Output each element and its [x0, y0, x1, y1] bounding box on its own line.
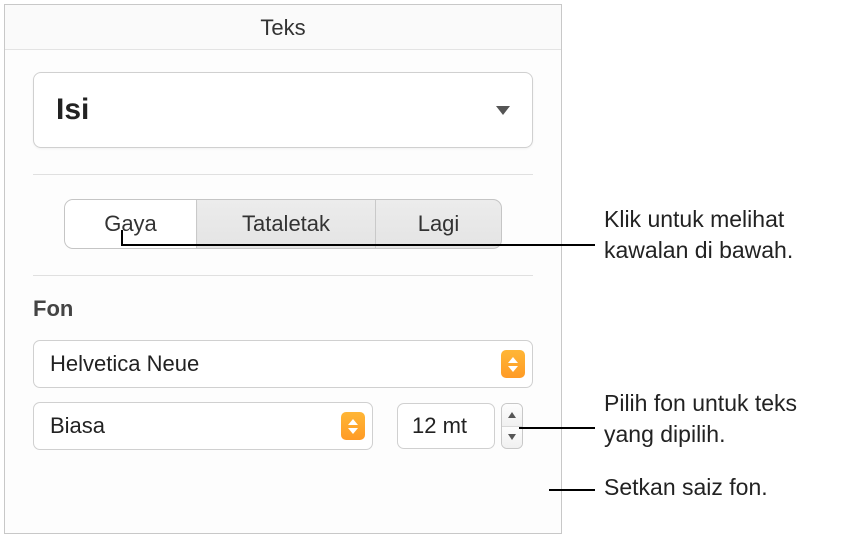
- popup-arrows-icon: [501, 350, 525, 378]
- tab-gaya[interactable]: Gaya: [65, 200, 196, 248]
- panel-title: Teks: [5, 5, 561, 50]
- font-family-popup[interactable]: Helvetica Neue: [33, 340, 533, 388]
- callout-font-size: Setkan saiz fon.: [604, 472, 768, 503]
- font-size-stepper-up[interactable]: [502, 404, 522, 427]
- paragraph-style-wrap: Isi: [5, 50, 561, 174]
- font-size-input[interactable]: 12 mt: [397, 403, 495, 449]
- text-inspector-panel: Teks Isi Gaya Tataletak Lagi Fon Helveti…: [4, 4, 562, 534]
- tabs-segmented-control: Gaya Tataletak Lagi: [64, 199, 502, 249]
- tab-lagi[interactable]: Lagi: [376, 200, 501, 248]
- font-family-row: Helvetica Neue: [33, 340, 533, 388]
- font-size-stepper: [501, 403, 523, 449]
- callout-leader: [122, 244, 595, 246]
- font-section: Fon Helvetica Neue Biasa 12 mt: [5, 296, 561, 450]
- paragraph-style-popup[interactable]: Isi: [33, 72, 533, 148]
- font-typeface-label: Biasa: [50, 413, 105, 439]
- font-typeface-popup[interactable]: Biasa: [33, 402, 373, 450]
- font-face-row: Biasa 12 mt: [33, 402, 533, 450]
- tab-tataletak[interactable]: Tataletak: [196, 200, 376, 248]
- font-size-group: 12 mt: [397, 403, 523, 449]
- popup-arrows-icon: [341, 412, 365, 440]
- callout-tabs: Klik untuk melihat kawalan di bawah.: [604, 204, 850, 266]
- callout-leader: [549, 489, 595, 491]
- font-section-label: Fon: [33, 296, 533, 322]
- tabs-row: Gaya Tataletak Lagi: [5, 175, 561, 275]
- paragraph-style-label: Isi: [56, 93, 89, 127]
- chevron-down-icon[interactable]: [496, 106, 510, 115]
- divider: [33, 275, 533, 276]
- font-family-label: Helvetica Neue: [50, 351, 199, 377]
- font-size-stepper-down[interactable]: [502, 427, 522, 449]
- callout-leader: [519, 427, 595, 429]
- callout-font-family: Pilih fon untuk teks yang dipilih.: [604, 388, 850, 450]
- chevron-down-icon: [508, 434, 516, 440]
- chevron-up-icon: [508, 412, 516, 418]
